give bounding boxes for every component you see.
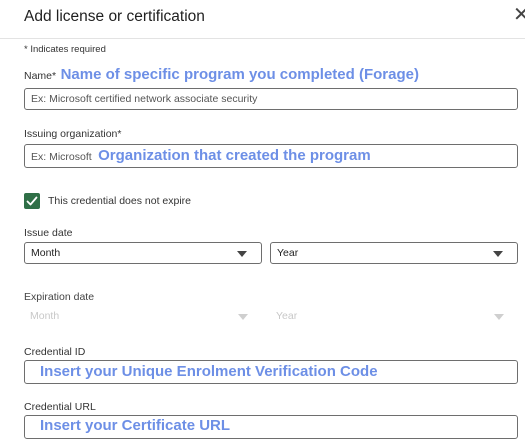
- name-label: Name*: [24, 70, 57, 82]
- issuing-org-annotation: Organization that created the program: [98, 147, 371, 164]
- issue-month-value: Month: [31, 247, 61, 259]
- chevron-down-icon: [238, 314, 248, 320]
- issuing-org-content: Ex: Microsoft Organization that created …: [31, 147, 371, 165]
- issue-year-value: Year: [277, 247, 299, 259]
- expiration-month-select: Month: [24, 306, 262, 328]
- credential-id-annotation: Insert your Unique Enrolment Verificatio…: [40, 363, 378, 380]
- expiration-year-value: Year: [276, 310, 298, 322]
- issue-date-label: Issue date: [24, 227, 73, 239]
- credential-id-field[interactable]: Insert your Unique Enrolment Verificatio…: [24, 360, 518, 384]
- dialog-title: Add license or certification: [24, 8, 205, 25]
- expiration-year-select: Year: [270, 306, 518, 328]
- issue-month-select[interactable]: Month: [24, 242, 262, 264]
- chevron-down-icon: [493, 251, 503, 257]
- issuing-org-label: Issuing organization*: [24, 128, 122, 140]
- issue-year-select[interactable]: Year: [270, 242, 518, 264]
- name-input[interactable]: [25, 89, 517, 109]
- header-divider: [0, 38, 525, 39]
- checkmark-icon: [26, 196, 38, 206]
- issuing-org-field[interactable]: Ex: Microsoft Organization that created …: [24, 144, 518, 168]
- no-expire-checkbox[interactable]: [24, 193, 40, 209]
- credential-url-label: Credential URL: [24, 401, 96, 413]
- credential-id-label: Credential ID: [24, 346, 86, 358]
- chevron-down-icon: [494, 314, 504, 320]
- chevron-down-icon: [237, 251, 247, 257]
- name-annotation: Name of specific program you completed (…: [60, 66, 419, 83]
- credential-url-field[interactable]: Insert your Certificate URL: [24, 415, 518, 439]
- no-expire-label: This credential does not expire: [48, 195, 191, 207]
- expiration-date-label: Expiration date: [24, 291, 95, 303]
- credential-url-annotation: Insert your Certificate URL: [40, 417, 231, 434]
- required-note: * Indicates required: [24, 44, 106, 55]
- name-field[interactable]: [24, 88, 518, 110]
- close-icon[interactable]: ✕: [513, 5, 525, 25]
- issuing-org-placeholder: Ex: Microsoft: [31, 151, 92, 163]
- expiration-month-value: Month: [30, 310, 60, 322]
- name-label-row: Name* Name of specific program you compl…: [24, 66, 419, 84]
